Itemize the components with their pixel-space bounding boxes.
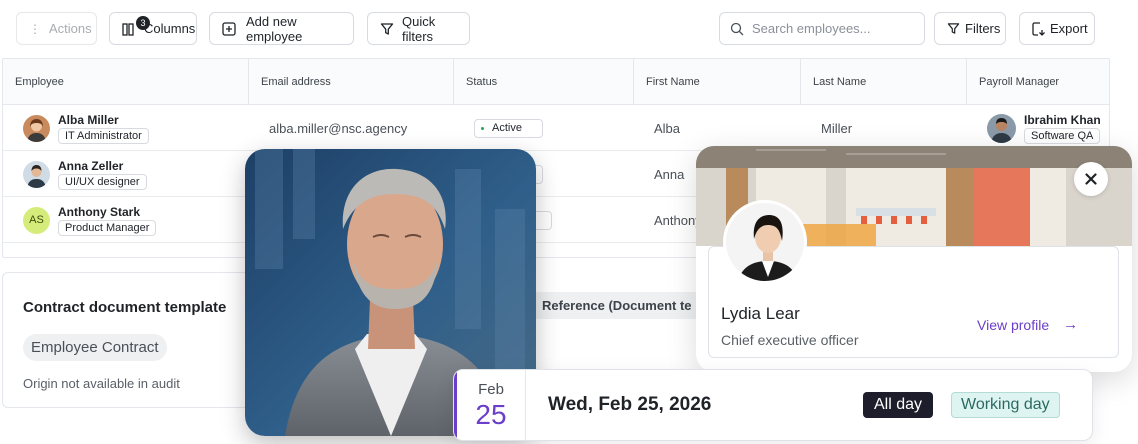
employee-cell: Alba Miller IT Administrator — [23, 105, 149, 151]
reference-column-label: Reference (Document te — [536, 292, 696, 319]
quick-filters-label: Quick filters — [402, 13, 436, 44]
employee-cell: AS Anthony Stark Product Manager — [23, 197, 157, 243]
add-employee-label: Add new employee — [246, 13, 303, 44]
role-badge: Software QA — [1024, 127, 1101, 144]
filters-label: Filters — [965, 21, 1001, 36]
filter-icon — [947, 22, 960, 35]
filters-button[interactable]: Filters — [934, 12, 1006, 45]
filter-icon — [380, 22, 394, 36]
close-button[interactable] — [1074, 162, 1108, 196]
contract-panel: Contract document template Employee Cont… — [2, 272, 252, 408]
payroll-manager-cell: Ibrahim Khan Software QA — [987, 105, 1101, 151]
columns-icon: 3 — [122, 15, 150, 36]
column-header-first-name[interactable]: First Name — [634, 59, 801, 105]
date-card: Feb 25 Wed, Feb 25, 2026 All day Working… — [453, 369, 1093, 441]
profile-avatar — [723, 200, 807, 284]
actions-button[interactable]: ⋮ Actions — [16, 12, 97, 45]
add-employee-button[interactable]: Add new employee — [209, 12, 354, 45]
avatar — [23, 160, 50, 188]
contract-type-chip[interactable]: Employee Contract — [23, 334, 167, 361]
close-icon — [1085, 173, 1097, 185]
date-month: Feb — [478, 381, 504, 398]
avatar-initials: AS — [29, 214, 44, 226]
email-cell: alba.miller@nsc.agency — [269, 120, 408, 136]
date-day: 25 — [475, 399, 507, 430]
contract-note: Origin not available in audit — [23, 376, 180, 391]
first-name-cell: Anthony — [654, 212, 702, 228]
plus-square-icon — [222, 21, 236, 36]
export-icon — [1032, 21, 1045, 36]
table-header: Employee Email address Status First Name… — [3, 59, 1109, 105]
export-button[interactable]: Export — [1019, 12, 1095, 45]
column-header-employee[interactable]: Employee — [3, 59, 249, 105]
column-header-last-name[interactable]: Last Name — [801, 59, 967, 105]
search-box[interactable] — [719, 12, 925, 45]
table-row[interactable]: Alba Miller IT Administrator alba.miller… — [3, 105, 1109, 151]
first-name-cell: Anna — [654, 166, 685, 182]
contract-title: Contract document template — [23, 299, 227, 316]
arrow-right-icon: → — [1063, 316, 1079, 333]
first-name-cell: Alba — [654, 120, 681, 136]
status-badge: Active — [474, 118, 543, 138]
view-profile-label: View profile — [977, 316, 1050, 333]
avatar — [23, 114, 50, 142]
employee-cell — [23, 243, 50, 257]
status-cell: Active — [474, 105, 543, 151]
last-name-cell: Miller — [821, 120, 853, 136]
employee-name: Anna Zeller — [58, 158, 124, 173]
actions-label: Actions — [49, 21, 92, 36]
profile-card: Lydia Lear Chief executive officer View … — [696, 146, 1132, 372]
avatar: AS — [23, 206, 50, 234]
role-badge: IT Administrator — [58, 127, 149, 144]
search-input[interactable] — [752, 21, 912, 36]
date-badge: Feb 25 — [457, 370, 526, 440]
column-header-email[interactable]: Email address — [249, 59, 454, 105]
avatar — [987, 113, 1016, 143]
quick-filters-button[interactable]: Quick filters — [367, 12, 470, 45]
view-profile-link[interactable]: View profile → — [977, 316, 1078, 333]
role-badge: Product Manager — [58, 219, 157, 236]
employee-name: Anthony Stark — [58, 204, 141, 219]
working-day-badge: Working day — [951, 392, 1060, 418]
column-header-status[interactable]: Status — [454, 59, 634, 105]
role-badge: UI/UX designer — [58, 173, 147, 190]
column-header-payroll-manager[interactable]: Payroll Manager — [967, 59, 1109, 105]
columns-button[interactable]: 3 Columns — [109, 12, 197, 45]
employee-cell: Anna Zeller UI/UX designer — [23, 151, 147, 197]
date-full: Wed, Feb 25, 2026 — [548, 394, 712, 415]
employee-name: Alba Miller — [58, 112, 119, 127]
profile-name: Lydia Lear — [721, 304, 800, 323]
columns-label: Columns — [144, 21, 196, 36]
payroll-manager-name: Ibrahim Khan — [1024, 112, 1101, 127]
export-label: Export — [1050, 21, 1088, 36]
kebab-icon: ⋮ — [29, 21, 41, 36]
columns-count-badge: 3 — [136, 15, 150, 30]
search-icon — [730, 22, 744, 36]
all-day-badge: All day — [863, 392, 934, 418]
profile-title: Chief executive officer — [721, 332, 859, 348]
status-label: Active — [492, 122, 522, 134]
status-dot-icon — [481, 126, 484, 130]
